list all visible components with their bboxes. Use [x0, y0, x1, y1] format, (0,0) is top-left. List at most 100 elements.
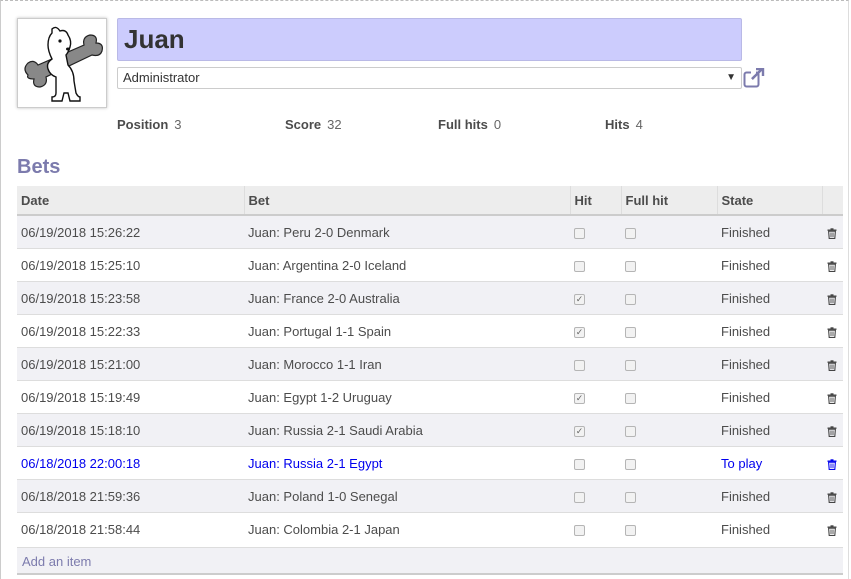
cell-bet: Juan: Portugal 1-1 Spain	[244, 314, 570, 348]
cell-state: Finished	[717, 214, 822, 249]
table-row[interactable]: 06/18/2018 22:00:18 Juan: Russia 2-1 Egyp…	[17, 446, 843, 480]
trash-icon[interactable]	[827, 489, 837, 504]
chevron-down-icon[interactable]: ▼	[726, 70, 736, 86]
add-item-link[interactable]: Add an item	[22, 554, 91, 569]
cell-hit	[570, 446, 621, 480]
stat-full-hits: Full hits 0	[438, 117, 501, 132]
full-hit-checkbox[interactable]	[625, 458, 636, 470]
hit-checkbox[interactable]	[574, 359, 585, 371]
trash-icon[interactable]	[827, 522, 837, 537]
cell-date: 06/19/2018 15:23:58	[17, 281, 244, 315]
cell-delete	[822, 248, 843, 282]
column-header-state[interactable]: State	[716, 186, 822, 216]
trash-icon[interactable]	[827, 258, 837, 273]
cell-state: Finished	[717, 380, 822, 414]
stat-hits: Hits 4	[605, 117, 643, 132]
full-hit-checkbox[interactable]	[625, 524, 636, 536]
cell-date: 06/19/2018 15:25:10	[17, 248, 244, 282]
cell-full-hit	[621, 512, 717, 545]
trash-icon[interactable]	[827, 291, 837, 306]
cell-delete	[822, 214, 843, 249]
cell-state: Finished	[717, 281, 822, 315]
full-hit-checkbox[interactable]	[625, 227, 636, 239]
full-hit-checkbox[interactable]	[625, 425, 636, 437]
cell-hit	[570, 248, 621, 282]
cell-state: Finished	[717, 347, 822, 381]
stat-value: 32	[327, 117, 342, 132]
cell-date: 06/19/2018 15:18:10	[17, 413, 244, 447]
cell-bet: Juan: Morocco 1-1 Iran	[244, 347, 570, 381]
cell-delete	[822, 512, 843, 545]
cell-hit: ✓	[570, 413, 621, 447]
external-link-icon[interactable]	[743, 67, 765, 88]
bets-table: Date Bet Hit Full hit State 06/19/2018 1…	[17, 186, 843, 545]
column-header-date[interactable]: Date	[17, 186, 244, 216]
cell-delete	[822, 314, 843, 348]
cell-bet: Juan: Poland 1-0 Senegal	[244, 479, 570, 513]
cell-bet: Juan: Russia 2-1 Saudi Arabia	[244, 413, 570, 447]
hit-checkbox[interactable]: ✓	[574, 392, 585, 404]
trash-icon[interactable]	[827, 390, 837, 405]
hit-checkbox[interactable]	[574, 491, 585, 503]
cell-delete	[822, 446, 843, 480]
cell-date: 06/19/2018 15:21:00	[17, 347, 244, 381]
cell-bet: Juan: Peru 2-0 Denmark	[244, 214, 570, 249]
cell-date: 06/19/2018 15:22:33	[17, 314, 244, 348]
cell-bet: Juan: Russia 2-1 Egypt	[244, 446, 570, 480]
column-header-hit[interactable]: Hit	[569, 186, 621, 216]
table-row[interactable]: 06/18/2018 21:58:44 Juan: Colombia 2-1 Ja…	[17, 512, 843, 545]
cell-state: Finished	[717, 314, 822, 348]
cell-hit	[570, 512, 621, 545]
cell-full-hit	[621, 214, 717, 249]
trash-icon[interactable]	[827, 357, 837, 372]
trash-icon[interactable]	[827, 423, 837, 438]
table-row[interactable]: 06/19/2018 15:18:10 Juan: Russia 2-1 Saud…	[17, 413, 843, 447]
full-hit-checkbox[interactable]	[625, 260, 636, 272]
stat-label: Position	[117, 117, 169, 132]
cell-hit	[570, 214, 621, 249]
table-row[interactable]: 06/19/2018 15:22:33 Juan: Portugal 1-1 Sp…	[17, 314, 843, 348]
column-header-actions	[821, 186, 843, 216]
column-header-full-hit[interactable]: Full hit	[620, 186, 717, 216]
stat-position: Position 3	[117, 117, 182, 132]
full-hit-checkbox[interactable]	[625, 326, 636, 338]
cell-full-hit	[621, 380, 717, 414]
hit-checkbox[interactable]	[574, 458, 585, 470]
hit-checkbox[interactable]: ✓	[574, 425, 585, 437]
table-row[interactable]: 06/19/2018 15:21:00 Juan: Morocco 1-1 Ira…	[17, 347, 843, 381]
cell-delete	[822, 413, 843, 447]
hit-checkbox[interactable]	[574, 524, 585, 536]
cell-state: Finished	[717, 248, 822, 282]
trash-icon[interactable]	[827, 324, 837, 339]
role-select[interactable]: Administrator ▼	[117, 67, 742, 89]
cell-date: 06/19/2018 15:26:22	[17, 214, 244, 249]
hit-checkbox[interactable]	[574, 227, 585, 239]
cell-state: Finished	[717, 479, 822, 513]
full-hit-checkbox[interactable]	[625, 293, 636, 305]
hit-checkbox[interactable]: ✓	[574, 326, 585, 338]
cell-hit: ✓	[570, 281, 621, 315]
cell-full-hit	[621, 446, 717, 480]
table-row[interactable]: 06/19/2018 15:23:58 Juan: France 2-0 Aust…	[17, 281, 843, 315]
table-row[interactable]: 06/19/2018 15:19:49 Juan: Egypt 1-2 Urugu…	[17, 380, 843, 414]
table-row[interactable]: 06/18/2018 21:59:36 Juan: Poland 1-0 Sene…	[17, 479, 843, 513]
hit-checkbox[interactable]	[574, 260, 585, 272]
stat-value: 0	[493, 117, 502, 132]
stat-label: Hits	[605, 117, 630, 132]
cell-date: 06/18/2018 21:59:36	[17, 479, 244, 513]
column-header-bet[interactable]: Bet	[243, 186, 570, 216]
cell-bet: Juan: France 2-0 Australia	[244, 281, 570, 315]
table-row[interactable]: 06/19/2018 15:25:10 Juan: Argentina 2-0 I…	[17, 248, 843, 282]
cell-delete	[822, 281, 843, 315]
trash-icon[interactable]	[827, 456, 837, 471]
table-row[interactable]: 06/19/2018 15:26:22 Juan: Peru 2-0 Denmar…	[17, 214, 843, 249]
hit-checkbox[interactable]: ✓	[574, 293, 585, 305]
name-field[interactable]: Juan	[117, 18, 742, 61]
cell-delete	[822, 347, 843, 381]
bets-section-title: Bets	[17, 156, 61, 178]
trash-icon[interactable]	[827, 225, 837, 240]
full-hit-checkbox[interactable]	[625, 491, 636, 503]
full-hit-checkbox[interactable]	[625, 359, 636, 371]
avatar[interactable]	[17, 18, 107, 108]
full-hit-checkbox[interactable]	[625, 392, 636, 404]
